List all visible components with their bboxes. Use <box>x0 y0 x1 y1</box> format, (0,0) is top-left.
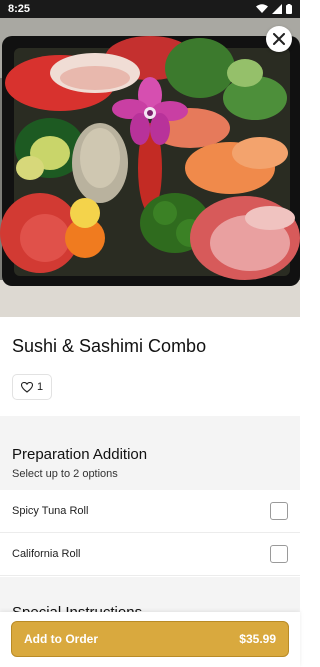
option-checkbox[interactable] <box>270 545 288 563</box>
close-button[interactable] <box>266 26 292 52</box>
item-title: Sushi & Sashimi Combo <box>12 336 207 356</box>
section-subtitle: Select up to 2 options <box>12 468 118 480</box>
next-section-title: Special Instructions <box>12 604 142 612</box>
option-label: California Roll <box>12 548 81 560</box>
wifi-icon <box>256 4 268 13</box>
option-row-california-roll[interactable]: California Roll <box>0 533 300 576</box>
status-bar: 8:25 <box>0 0 300 18</box>
sushi-platter-image <box>0 18 300 317</box>
footer-bar: Add to Order $35.99 <box>0 612 300 667</box>
like-count: 1 <box>37 381 44 393</box>
status-icons <box>256 4 292 14</box>
option-row-spicy-tuna-roll[interactable]: Spicy Tuna Roll <box>0 490 300 533</box>
section-divider <box>0 416 300 426</box>
preparation-section-header: Preparation Addition Select up to 2 opti… <box>0 426 300 490</box>
battery-icon <box>286 4 292 14</box>
order-price: $35.99 <box>239 632 276 646</box>
add-to-order-button[interactable]: Add to Order $35.99 <box>11 621 289 657</box>
close-icon <box>273 33 285 45</box>
item-photo <box>0 18 300 317</box>
signal-icon <box>272 4 282 14</box>
heart-icon <box>21 381 33 393</box>
option-label: Spicy Tuna Roll <box>12 505 89 517</box>
status-time: 8:25 <box>8 3 31 15</box>
section-title: Preparation Addition <box>12 446 148 463</box>
option-checkbox[interactable] <box>270 502 288 520</box>
add-to-order-label: Add to Order <box>24 632 98 646</box>
like-button[interactable]: 1 <box>12 374 53 400</box>
next-section-header: Special Instructions <box>0 577 300 612</box>
